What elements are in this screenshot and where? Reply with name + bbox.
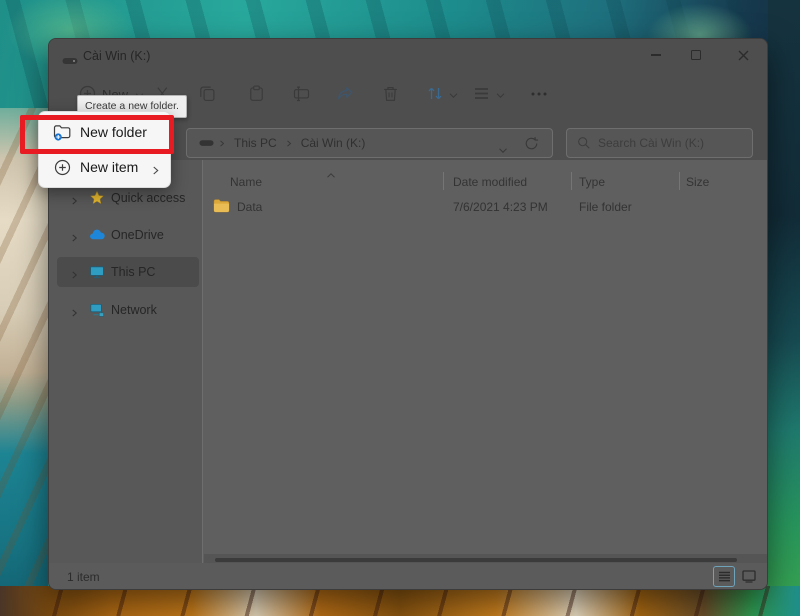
file-date-modified: 7/6/2021 4:23 PM	[453, 200, 548, 214]
column-header-type[interactable]: Type	[579, 175, 605, 189]
paste-button[interactable]	[248, 85, 265, 102]
file-list-pane	[202, 160, 768, 563]
sidebar-item-onedrive[interactable]: OneDrive	[55, 220, 200, 250]
share-icon	[337, 85, 354, 102]
sidebar-item-label: OneDrive	[111, 228, 164, 242]
sort-button[interactable]	[426, 85, 443, 102]
rename-button[interactable]	[293, 85, 310, 102]
close-icon	[738, 50, 749, 61]
minimize-button[interactable]	[636, 39, 676, 71]
rename-icon	[293, 85, 310, 102]
search-input[interactable]	[598, 136, 748, 150]
chevron-right-icon[interactable]	[71, 267, 78, 285]
breadcrumb-this-pc[interactable]: This PC	[234, 136, 277, 150]
maximize-icon	[691, 50, 701, 60]
column-divider[interactable]	[443, 172, 444, 190]
sidebar-item-label: Network	[111, 303, 157, 317]
address-bar[interactable]: This PC Cài Win (K:)	[186, 128, 553, 158]
large-icons-view-button[interactable]	[739, 567, 758, 586]
wallpaper-bottom	[0, 586, 800, 616]
breadcrumb-drive[interactable]: Cài Win (K:)	[301, 136, 366, 150]
view-list-icon	[473, 86, 490, 101]
new-dropdown-menu: New folder New item	[38, 111, 171, 188]
plus-circle-icon	[54, 159, 71, 181]
file-name: Data	[237, 200, 262, 214]
column-header-name[interactable]: Name	[230, 175, 262, 189]
more-button[interactable]	[529, 87, 546, 104]
delete-button[interactable]	[382, 85, 399, 102]
clipboard-icon	[248, 85, 265, 102]
item-count: 1 item	[67, 570, 100, 584]
sidebar-item-label: Quick access	[111, 191, 185, 205]
menu-item-new-item[interactable]: New item	[42, 151, 168, 185]
drive-icon	[199, 139, 214, 147]
breadcrumb-chevron-icon	[219, 139, 225, 148]
sidebar-item-this-pc[interactable]: This PC	[55, 257, 200, 287]
menu-item-label: New item	[80, 159, 138, 175]
copy-icon	[199, 85, 216, 102]
folder-icon	[213, 198, 230, 218]
breadcrumb-chevron-icon	[286, 139, 292, 148]
sort-chevron-down-icon	[449, 92, 458, 99]
refresh-button[interactable]	[524, 136, 539, 156]
monitor-icon	[89, 264, 105, 285]
column-header-size[interactable]: Size	[686, 175, 709, 189]
drive-icon	[62, 52, 78, 70]
sort-arrows-icon	[426, 85, 444, 102]
view-chevron-down-icon	[496, 92, 505, 99]
window-title: Cài Win (K:)	[83, 49, 150, 63]
scrollbar-thumb[interactable]	[215, 558, 737, 562]
large-icons-view-icon	[742, 570, 756, 583]
view-button[interactable]	[473, 86, 490, 103]
sidebar-item-network[interactable]: Network	[55, 295, 200, 325]
trash-icon	[382, 85, 399, 102]
chevron-right-icon[interactable]	[71, 193, 78, 211]
copy-button[interactable]	[199, 85, 216, 102]
close-button[interactable]	[723, 39, 763, 71]
column-divider[interactable]	[679, 172, 680, 190]
search-container[interactable]	[566, 128, 753, 158]
network-icon	[89, 302, 105, 323]
column-header-date-modified[interactable]: Date modified	[453, 175, 527, 189]
minimize-icon	[651, 54, 661, 56]
details-view-icon	[718, 571, 731, 582]
status-bar: 1 item	[49, 563, 767, 590]
file-type: File folder	[579, 200, 632, 214]
menu-item-new-folder[interactable]: New folder	[42, 115, 168, 151]
new-folder-icon	[53, 124, 72, 147]
column-divider[interactable]	[571, 172, 572, 190]
sort-ascending-caret-icon	[326, 166, 336, 184]
cloud-icon	[89, 227, 105, 248]
share-button[interactable]	[337, 85, 354, 102]
sidebar-item-label: This PC	[111, 265, 155, 279]
chevron-right-icon[interactable]	[71, 305, 78, 323]
wallpaper-right	[768, 0, 800, 616]
chevron-right-icon[interactable]	[71, 230, 78, 248]
refresh-icon	[524, 136, 539, 151]
address-chevron-down-icon[interactable]	[498, 141, 508, 159]
ellipsis-icon	[529, 87, 549, 101]
submenu-chevron-right-icon	[152, 163, 159, 181]
menu-item-label: New folder	[80, 124, 147, 140]
maximize-button[interactable]	[676, 39, 716, 71]
search-icon	[577, 136, 591, 150]
details-view-button[interactable]	[713, 566, 735, 587]
star-icon	[89, 190, 105, 211]
